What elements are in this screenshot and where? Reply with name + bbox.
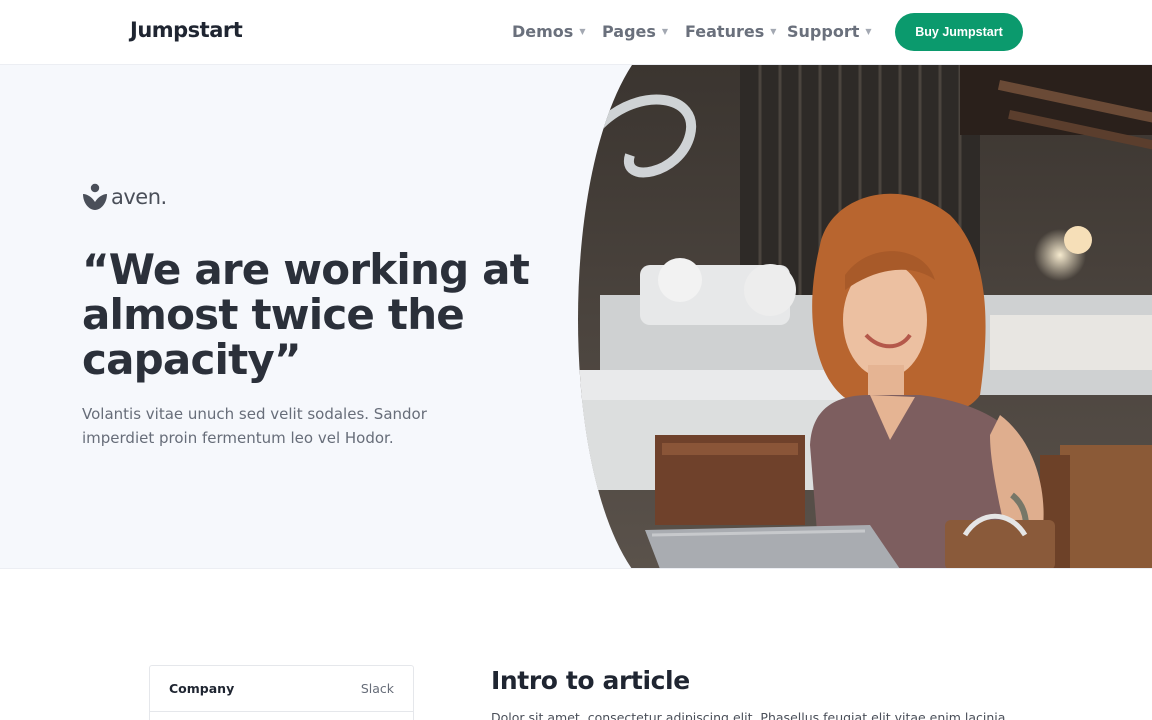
chevron-down-icon: ▼ (579, 27, 586, 36)
navbar: Jumpstart Demos ▼ Pages ▼ Features ▼ Sup… (0, 0, 1152, 65)
aven-logo-icon (83, 183, 107, 210)
nav-pages[interactable]: Pages ▼ (602, 22, 668, 41)
article-intro-text: Dolor sit amet, consectetur adipiscing e… (491, 710, 1006, 720)
aven-logo-text: aven. (111, 185, 167, 209)
chevron-down-icon: ▼ (661, 27, 669, 36)
article-title: Intro to article (491, 666, 690, 695)
nav-pages-label: Pages (602, 22, 656, 41)
company-label: Company (169, 681, 235, 696)
nav-features[interactable]: Features ▼ (685, 22, 776, 41)
hero-lead-text: Volantis vitae unuch sed velit sodales. … (82, 405, 427, 447)
brand-logo[interactable]: Jumpstart (130, 18, 243, 42)
nav-demos[interactable]: Demos ▼ (512, 22, 585, 41)
hero-section: aven. “We are working at almost twice th… (0, 65, 1152, 569)
hero-quote: “We are working at almost twice the capa… (82, 245, 530, 384)
nav-support-label: Support (787, 22, 860, 41)
buy-jumpstart-button[interactable]: Buy Jumpstart (895, 13, 1023, 51)
chevron-down-icon: ▼ (865, 27, 872, 36)
company-row: Company Slack (150, 666, 413, 712)
nav-features-label: Features (685, 22, 765, 41)
aven-logo: aven. (82, 183, 167, 211)
company-info-card: Company Slack (149, 665, 414, 720)
nav-demos-label: Demos (512, 22, 574, 41)
company-value: Slack (360, 681, 394, 696)
nav-support[interactable]: Support ▼ (787, 22, 872, 41)
chevron-down-icon: ▼ (770, 27, 777, 36)
